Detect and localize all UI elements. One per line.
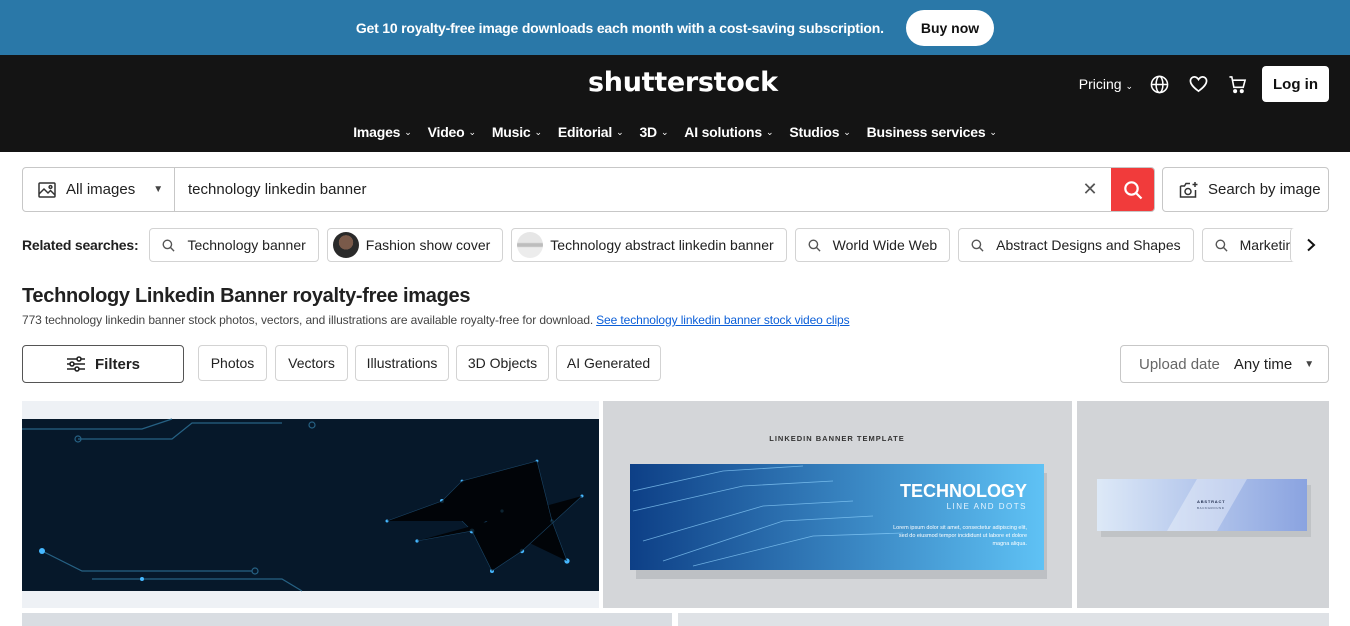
cart-icon[interactable] xyxy=(1227,74,1247,94)
clear-icon[interactable]: ✕ xyxy=(1069,168,1111,211)
tile-image-linkedin-template: LINKEDIN BANNER TEMPLATE TECHNOLOGY LINE… xyxy=(603,401,1072,608)
header-actions: Pricing ⌄ Log in xyxy=(1079,66,1329,102)
pricing-label: Pricing xyxy=(1079,76,1122,92)
nav-3d[interactable]: 3D⌄ xyxy=(639,124,668,140)
search-by-image-button[interactable]: Search by image xyxy=(1162,167,1329,212)
tile-headline: TECHNOLOGY xyxy=(900,481,1027,501)
search-button[interactable] xyxy=(1111,168,1154,211)
image-tile[interactable] xyxy=(22,401,599,608)
search-type-select[interactable]: All images ▼ xyxy=(23,168,175,211)
template-label: LINKEDIN BANNER TEMPLATE xyxy=(769,434,905,443)
heart-icon[interactable] xyxy=(1188,74,1208,94)
chip-label: Abstract Designs and Shapes xyxy=(996,237,1180,253)
tab-3d-objects[interactable]: 3D Objects xyxy=(456,345,549,381)
sort-label: Upload date xyxy=(1139,356,1220,373)
tab-ai-generated[interactable]: AI Generated xyxy=(556,345,661,381)
sort-select[interactable]: Upload date Any time ▼ xyxy=(1120,345,1329,383)
nav-label: AI solutions xyxy=(684,124,762,140)
search-box: All images ▼ technology linkedin banner … xyxy=(22,167,1155,212)
related-chip[interactable]: World Wide Web xyxy=(795,228,951,262)
search-icon xyxy=(971,239,984,252)
nav-studios[interactable]: Studios⌄ xyxy=(789,124,850,140)
filters-button[interactable]: Filters xyxy=(22,345,184,383)
filters-row: Filters Photos Vectors Illustrations 3D … xyxy=(22,345,1329,383)
header: shutterstock Pricing ⌄ Log in Images⌄ Vi… xyxy=(0,55,1350,152)
nav-label: Editorial xyxy=(558,124,612,140)
promo-text: Get 10 royalty-free image downloads each… xyxy=(356,20,884,36)
tile-image-tech-network xyxy=(22,401,599,608)
chip-label: Technology banner xyxy=(187,237,305,253)
tile-image-abstract-banner: ABSTRACT BACKGROUND xyxy=(1077,401,1329,608)
login-button[interactable]: Log in xyxy=(1262,66,1329,102)
related-chip[interactable]: Technology abstract linkedin banner xyxy=(511,228,786,262)
tile-body-2: sed do eiusmod tempor incididunt ut labo… xyxy=(899,533,1027,539)
result-count-text: 773 technology linkedin banner stock pho… xyxy=(22,313,593,327)
camera-icon xyxy=(1179,181,1199,199)
nav-label: Business services xyxy=(867,124,986,140)
nav-video[interactable]: Video⌄ xyxy=(428,124,476,140)
logo[interactable]: shutterstock xyxy=(588,67,778,98)
nav-ai-solutions[interactable]: AI solutions⌄ xyxy=(684,124,773,140)
image-grid: LINKEDIN BANNER TEMPLATE TECHNOLOGY LINE… xyxy=(22,401,1329,626)
image-tile[interactable]: ABSTRACT BACKGROUND xyxy=(1077,401,1329,608)
tile-body-1: Lorem ipsum dolor sit amet, consectetur … xyxy=(893,525,1027,531)
search-icon xyxy=(1123,180,1143,200)
nav-images[interactable]: Images⌄ xyxy=(353,124,411,140)
search-icon xyxy=(162,239,175,252)
search-input[interactable]: technology linkedin banner xyxy=(175,168,1069,211)
related-title: Related searches: xyxy=(22,237,138,253)
image-tile-next-row[interactable] xyxy=(678,613,1329,626)
related-chip[interactable]: Fashion show cover xyxy=(327,228,504,262)
search-type-label: All images xyxy=(66,181,135,198)
tile-abstract-line-2: BACKGROUND xyxy=(1197,506,1225,510)
search-icon xyxy=(1215,239,1228,252)
page-title: Technology Linkedin Banner royalty-free … xyxy=(22,285,470,308)
pricing-menu[interactable]: Pricing ⌄ xyxy=(1079,76,1133,92)
filters-label: Filters xyxy=(95,356,140,373)
related-chip[interactable]: Abstract Designs and Shapes xyxy=(958,228,1193,262)
video-clips-link[interactable]: See technology linkedin banner stock vid… xyxy=(596,313,849,327)
tile-body-3: magna aliqua. xyxy=(992,541,1027,547)
nav-label: Images xyxy=(353,124,400,140)
chip-label: Technology abstract linkedin banner xyxy=(550,237,773,253)
caret-down-icon: ▼ xyxy=(153,184,163,195)
image-tile-next-row[interactable] xyxy=(22,613,672,626)
chip-label: Fashion show cover xyxy=(366,237,491,253)
nav-label: Music xyxy=(492,124,531,140)
chevron-right-icon[interactable] xyxy=(1290,228,1330,262)
result-summary: 773 technology linkedin banner stock pho… xyxy=(22,313,850,327)
tab-illustrations[interactable]: Illustrations xyxy=(355,345,449,381)
search-by-image-label: Search by image xyxy=(1208,181,1321,198)
image-tile[interactable]: LINKEDIN BANNER TEMPLATE TECHNOLOGY LINE… xyxy=(603,401,1072,608)
globe-icon[interactable] xyxy=(1149,74,1169,94)
tab-vectors[interactable]: Vectors xyxy=(275,345,348,381)
main-nav: Images⌄ Video⌄ Music⌄ Editorial⌄ 3D⌄ AI … xyxy=(0,124,1350,140)
nav-editorial[interactable]: Editorial⌄ xyxy=(558,124,624,140)
related-searches: Related searches: Technology banner Fash… xyxy=(22,228,1329,262)
search-icon xyxy=(808,239,821,252)
search-row: All images ▼ technology linkedin banner … xyxy=(22,167,1329,212)
promo-bar: Get 10 royalty-free image downloads each… xyxy=(0,0,1350,55)
nav-label: Studios xyxy=(789,124,839,140)
image-icon xyxy=(38,182,56,198)
caret-down-icon: ▼ xyxy=(1304,359,1314,370)
tab-photos[interactable]: Photos xyxy=(198,345,267,381)
chip-thumbnail xyxy=(333,232,359,258)
tile-abstract-line-1: ABSTRACT xyxy=(1197,499,1225,504)
chip-label: World Wide Web xyxy=(833,237,938,253)
related-chip[interactable]: Technology banner xyxy=(149,228,318,262)
sort-value: Any time xyxy=(1234,356,1292,373)
nav-label: 3D xyxy=(639,124,657,140)
chip-thumbnail xyxy=(517,232,543,258)
buy-now-button[interactable]: Buy now xyxy=(906,10,994,46)
sliders-icon xyxy=(66,356,86,372)
nav-business-services[interactable]: Business services⌄ xyxy=(867,124,997,140)
nav-label: Video xyxy=(428,124,465,140)
tile-tagline: LINE AND DOTS xyxy=(947,502,1027,511)
nav-music[interactable]: Music⌄ xyxy=(492,124,542,140)
